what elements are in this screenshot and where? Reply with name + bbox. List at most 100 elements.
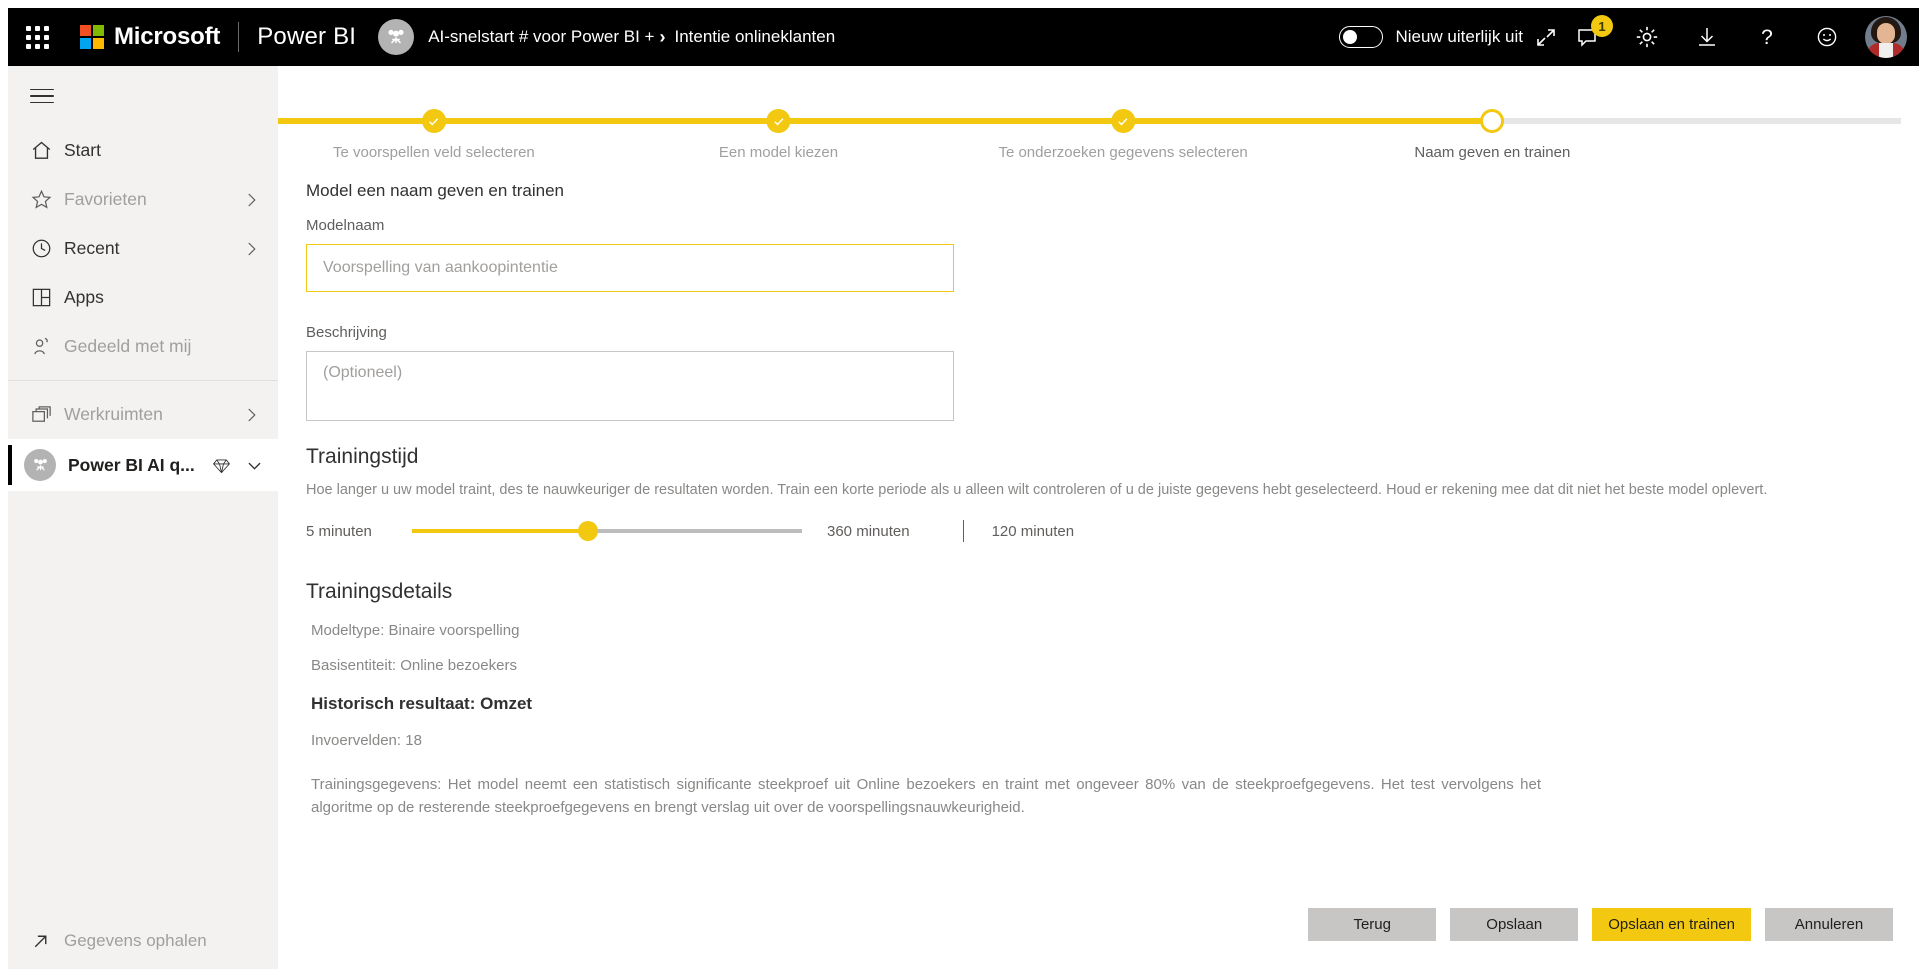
detail-model-type: Modeltype: Binaire voorspelling: [311, 622, 520, 639]
power-bi-app-window: Microsoft Power BI AI-snelstart # voor P…: [0, 0, 1927, 977]
slider-fill: [412, 529, 588, 533]
description-label: Beschrijving: [306, 324, 387, 341]
save-and-train-button[interactable]: Opslaan en trainen: [1592, 908, 1751, 941]
smiley-icon: [1817, 27, 1837, 47]
check-icon: [1111, 109, 1136, 133]
slider-min-label: 5 minuten: [306, 522, 372, 540]
waffle-icon: [25, 25, 49, 49]
app-launcher-button[interactable]: [8, 8, 66, 66]
stepper-step-4[interactable]: Naam geven en trainen: [1414, 87, 1570, 161]
training-details-title: Trainingsdetails: [306, 580, 453, 603]
stepper-step-3[interactable]: Te onderzoeken gegevens selecteren: [998, 87, 1248, 161]
detail-base-entity: Basisentiteit: Online bezoekers: [311, 657, 517, 674]
current-step-dot: [1480, 109, 1505, 133]
diamond-icon: [212, 456, 231, 475]
training-time-slider-row: 5 minuten 360 minuten 120 minuten: [306, 520, 1919, 542]
notification-badge: 1: [1591, 15, 1613, 37]
save-button[interactable]: Opslaan: [1450, 908, 1579, 941]
expand-arrow-icon[interactable]: [1535, 26, 1557, 48]
sidebar-item-start[interactable]: Start: [8, 126, 278, 175]
cancel-button[interactable]: Annuleren: [1765, 908, 1893, 941]
wizard-footer-buttons: Terug Opslaan Opslaan en trainen Annuler…: [1308, 908, 1893, 941]
toggle-switch[interactable]: [1339, 26, 1384, 48]
sidebar-divider: [8, 380, 278, 381]
sidebar-item-favorieten[interactable]: Favorieten: [8, 175, 278, 224]
breadcrumb-separator-icon: ›: [659, 26, 666, 47]
detail-input-fields: Invoervelden: 18: [311, 732, 422, 749]
top-bar-right-tools: Nieuw uiterlijk uit 1 ?: [1339, 8, 1919, 66]
description-textarea[interactable]: (Optioneel): [306, 351, 954, 421]
stepper-step-label: Een model kiezen: [718, 144, 839, 161]
panel-title: Model een naam geven en trainen: [306, 181, 565, 200]
sidebar-item-label: Gedeeld met mij: [64, 336, 192, 356]
download-button[interactable]: [1677, 8, 1737, 66]
avatar-scarf: [1879, 43, 1893, 58]
sidebar-item-label: Recent: [64, 238, 120, 258]
workspace-people-icon: [24, 449, 56, 481]
microsoft-wordmark: Microsoft: [114, 23, 221, 50]
sidebar-item-werkruimten[interactable]: Werkruimten: [8, 390, 278, 439]
slider-max-label: 360 minuten: [827, 522, 910, 540]
stepper-step-1[interactable]: Te voorspellen veld selecteren: [333, 87, 535, 161]
collapse-nav-button[interactable]: [8, 66, 278, 126]
back-button[interactable]: Terug: [1308, 908, 1437, 941]
check-icon: [766, 109, 791, 133]
avatar-face: [1877, 23, 1895, 44]
clock-icon: [30, 237, 64, 260]
workspaces-icon: [30, 403, 64, 426]
sidebar-selected-workspace[interactable]: Power BI AI q...: [8, 439, 278, 491]
feedback-button[interactable]: 1: [1557, 8, 1617, 66]
breadcrumb-current-item: Intentie onlineklanten: [674, 27, 836, 46]
get-data-label: Gegevens ophalen: [64, 931, 207, 950]
stepper-step-label: Naam geven en trainen: [1414, 144, 1571, 161]
power-bi-home-link[interactable]: Power BI: [257, 23, 356, 51]
sidebar-item-label: Start: [64, 140, 101, 160]
sidebar-item-gedeeld-met-mij[interactable]: Gedeeld met mij: [8, 322, 278, 371]
left-navigation-sidebar: Start Favorieten Recent Apps Gedeeld met…: [8, 66, 278, 969]
smiley-feedback-button[interactable]: [1797, 8, 1857, 66]
stepper-step-label: Te onderzoeken gegevens selecteren: [998, 144, 1248, 161]
slider-thumb[interactable]: [577, 521, 598, 541]
model-name-input[interactable]: Voorspelling van aankoopintentie: [306, 244, 954, 292]
model-name-label: Modelnaam: [306, 217, 385, 234]
help-button[interactable]: ?: [1737, 8, 1797, 66]
new-look-toggle[interactable]: Nieuw uiterlijk uit: [1339, 26, 1523, 48]
chevron-right-icon: [242, 191, 260, 209]
stepper-step-2[interactable]: Een model kiezen: [719, 87, 838, 161]
breadcrumb-workspace-link[interactable]: AI-snelstart # voor Power BI +: [428, 27, 654, 47]
user-profile-avatar[interactable]: [1865, 16, 1907, 58]
top-navigation-bar: Microsoft Power BI AI-snelstart # voor P…: [8, 8, 1919, 66]
star-icon: [30, 188, 64, 211]
sidebar-item-apps[interactable]: Apps: [8, 273, 278, 322]
sidebar-item-recent[interactable]: Recent: [8, 224, 278, 273]
toggle-knob: [1343, 30, 1358, 44]
stepper-step-label: Te voorspellen veld selecteren: [332, 144, 535, 161]
home-icon: [30, 139, 64, 162]
main-content-area: Te voorspellen veld selecteren Een model…: [278, 66, 1919, 969]
arrow-up-right-icon: [30, 931, 64, 952]
check-icon: [421, 109, 446, 133]
microsoft-logo[interactable]: Microsoft: [80, 23, 220, 51]
people-icon: [388, 29, 404, 44]
header-divider-1: [238, 22, 240, 52]
breadcrumb: AI-snelstart # voor Power BI + › Intenti…: [428, 27, 835, 48]
detail-historical-outcome: Historisch resultaat: Omzet: [311, 694, 533, 713]
chevron-down-icon[interactable]: [245, 456, 264, 475]
sidebar-item-label: Werkruimten: [64, 404, 163, 424]
shared-person-icon: [30, 335, 64, 358]
training-time-slider[interactable]: [412, 521, 802, 541]
microsoft-squares-icon: [80, 25, 104, 49]
hamburger-icon: [30, 84, 54, 109]
detail-training-data-paragraph: Trainingsgegevens: Het model neemt een s…: [311, 776, 1541, 817]
get-data-button[interactable]: Gegevens ophalen: [8, 913, 278, 969]
sidebar-item-label: Favorieten: [64, 189, 147, 209]
workspace-avatar[interactable]: [378, 19, 415, 55]
training-time-title: Trainingstijd: [306, 445, 419, 468]
new-look-toggle-label: Nieuw uiterlijk uit: [1395, 27, 1523, 46]
chevron-right-icon: [242, 240, 260, 258]
question-mark-icon: ?: [1761, 26, 1773, 49]
svg-text:?: ?: [1761, 26, 1773, 49]
wizard-panel: Model een naam geven en trainen Modelnaa…: [278, 181, 1919, 969]
settings-button[interactable]: [1617, 8, 1677, 66]
